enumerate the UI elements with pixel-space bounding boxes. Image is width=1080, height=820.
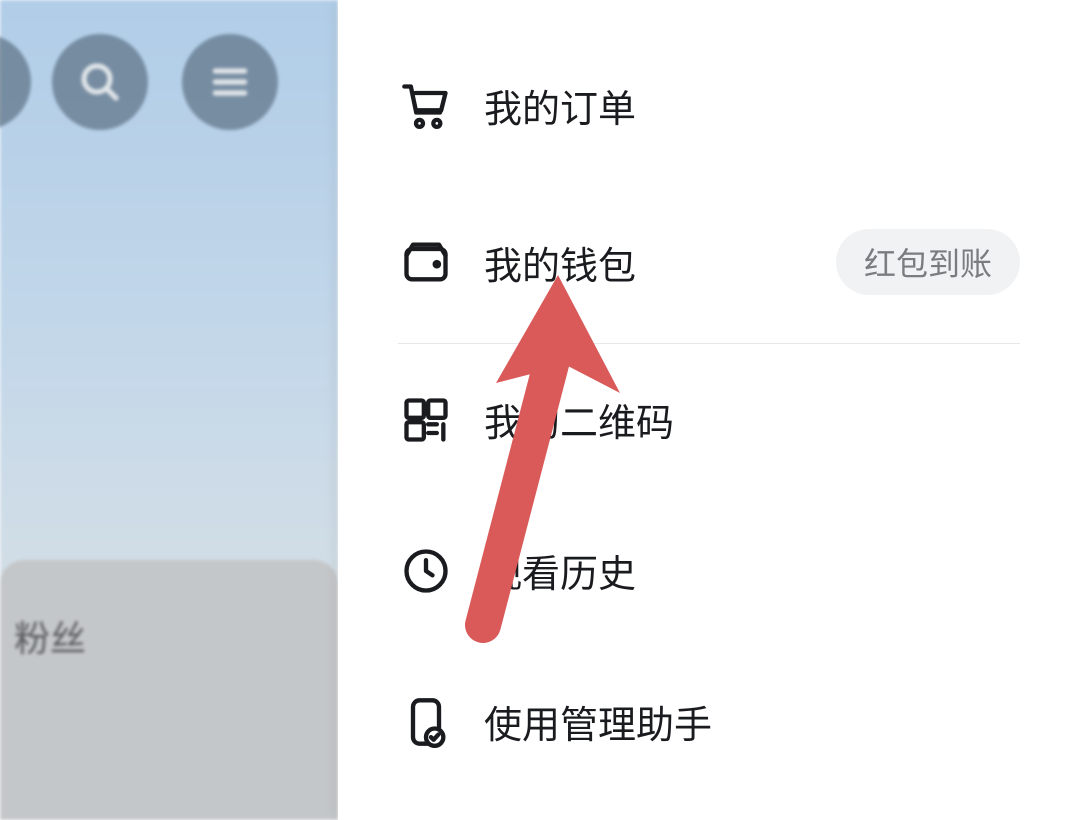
hamburger-icon: [208, 60, 252, 104]
phone-check-icon: [400, 696, 452, 748]
profile-card: [0, 560, 338, 820]
menu-item-assistant[interactable]: 使用管理助手: [338, 646, 1080, 797]
qrcode-icon: [400, 394, 452, 446]
search-icon: [76, 58, 124, 106]
menu-button[interactable]: [182, 34, 278, 130]
header-circle-button-1[interactable]: [0, 34, 31, 130]
menu-label-qrcode: 我的二维码: [484, 392, 1020, 447]
menu-label-assistant: 使用管理助手: [484, 694, 1020, 749]
menu-item-orders[interactable]: 我的订单: [338, 30, 1080, 181]
menu-label-history: 观看历史: [484, 543, 1020, 598]
cart-icon: [400, 80, 452, 132]
background-profile-area: 粉丝: [0, 0, 338, 820]
menu-label-wallet: 我的钱包: [484, 235, 836, 290]
menu-item-wallet[interactable]: 我的钱包 红包到账: [338, 181, 1080, 343]
menu-label-orders: 我的订单: [484, 78, 1020, 133]
search-button[interactable]: [52, 34, 148, 130]
menu-item-history[interactable]: 观看历史: [338, 495, 1080, 646]
side-drawer: 我的订单 我的钱包 红包到账 我的二维码: [338, 0, 1080, 820]
menu-item-qrcode[interactable]: 我的二维码: [338, 344, 1080, 495]
followers-label: 粉丝: [14, 610, 86, 662]
clock-icon: [400, 545, 452, 597]
wallet-badge: 红包到账: [836, 229, 1020, 295]
wallet-icon: [400, 236, 452, 288]
